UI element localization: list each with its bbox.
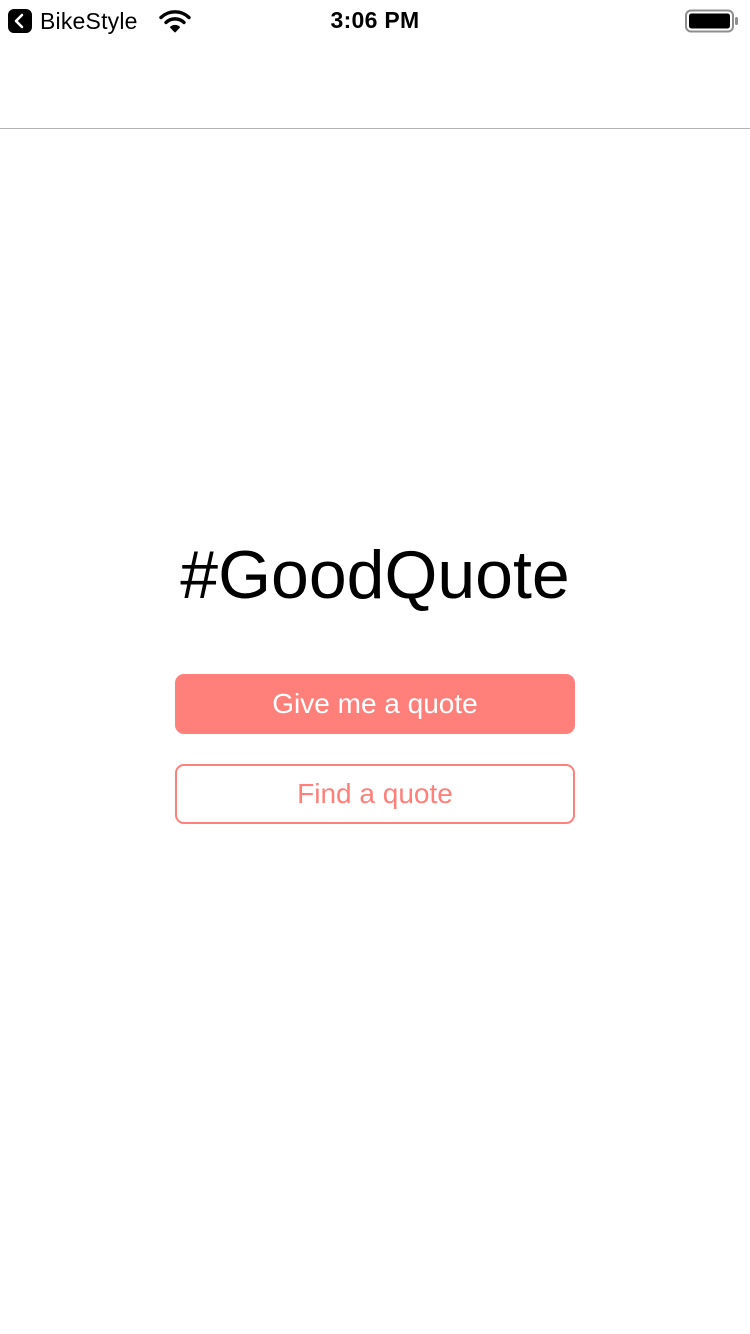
nav-divider: [0, 128, 750, 129]
navigation-bar: [0, 42, 750, 128]
page-title: #GoodQuote: [180, 537, 570, 613]
give-me-a-quote-button[interactable]: Give me a quote: [175, 674, 575, 734]
status-time: 3:06 PM: [330, 7, 420, 33]
battery-icon: [685, 9, 739, 33]
find-a-quote-button[interactable]: Find a quote: [175, 764, 575, 824]
status-bar: BikeStyle 3:06 PM: [0, 0, 750, 42]
